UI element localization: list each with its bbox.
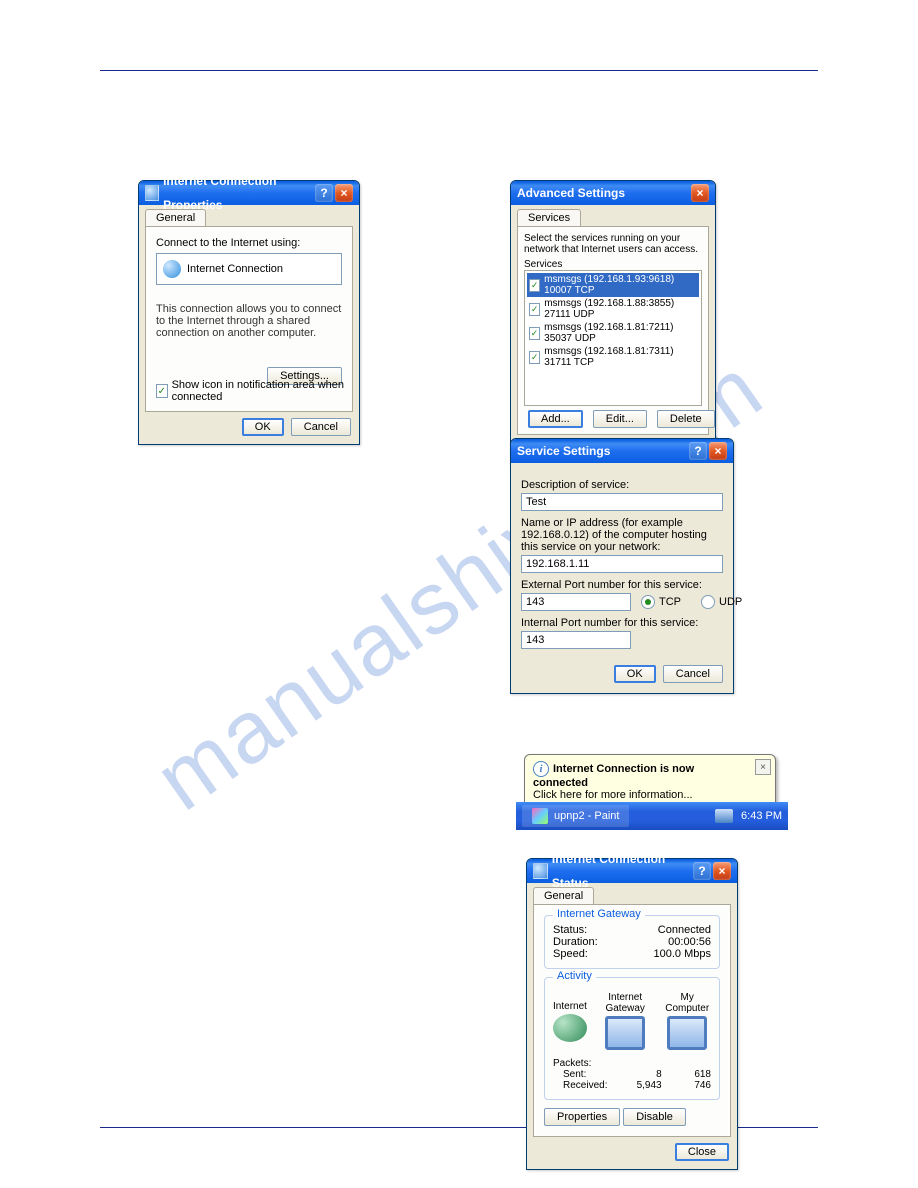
close-button[interactable]: Close [675, 1143, 729, 1161]
list-item[interactable]: ✓msmsgs (192.168.1.93:9618) 10007 TCP [527, 273, 699, 297]
description-input[interactable] [521, 493, 723, 511]
connection-icon [533, 863, 548, 879]
status-titlebar[interactable]: Internet Connection Status ? × [527, 859, 737, 883]
udp-radio[interactable]: UDP [701, 595, 742, 609]
sent-label: Sent: [553, 1069, 612, 1080]
edit-button[interactable]: Edit... [593, 410, 647, 428]
received-value-2: 746 [662, 1080, 711, 1091]
activity-legend: Activity [553, 970, 596, 982]
list-item[interactable]: ✓msmsgs (192.168.1.88:3855) 27111 UDP [527, 297, 699, 321]
connection-icon [145, 185, 159, 201]
service-label: msmsgs (192.168.1.93:9618) 10007 TCP [544, 274, 697, 296]
taskbar-item[interactable]: upnp2 - Paint [522, 805, 629, 827]
description-label: Description of service: [521, 479, 723, 491]
advanced-instructions: Select the services running on your netw… [524, 233, 702, 255]
status-label: Status: [553, 924, 632, 936]
close-button[interactable]: × [335, 184, 353, 202]
service-label: msmsgs (192.168.1.81:7211) 35037 UDP [544, 322, 697, 344]
gateway-node: Internet Gateway [595, 992, 655, 1052]
ext-port-input[interactable] [521, 593, 631, 611]
list-item[interactable]: ✓msmsgs (192.168.1.81:7211) 35037 UDP [527, 321, 699, 345]
cancel-button[interactable]: Cancel [663, 665, 723, 683]
connection-name: Internet Connection [187, 263, 283, 275]
speed-value: 100.0 Mbps [632, 948, 711, 960]
help-button[interactable]: ? [689, 442, 707, 460]
connect-using-label: Connect to the Internet using: [156, 237, 342, 249]
cancel-button[interactable]: Cancel [291, 418, 351, 436]
advanced-titlebar[interactable]: Advanced Settings × [511, 181, 715, 205]
taskbar[interactable]: upnp2 - Paint 6:43 PM [516, 802, 788, 830]
service-label: msmsgs (192.168.1.81:7311) 31711 TCP [544, 346, 697, 368]
balloon-body: Click here for more information... [533, 789, 749, 801]
name-ip-input[interactable] [521, 555, 723, 573]
ok-button[interactable]: OK [242, 418, 284, 436]
clock: 6:43 PM [741, 810, 782, 822]
received-label: Received: [553, 1080, 612, 1091]
balloon-close-button[interactable]: × [755, 759, 771, 775]
service-label: msmsgs (192.168.1.88:3855) 27111 UDP [544, 298, 697, 320]
show-icon-label: Show icon in notification area when conn… [172, 379, 352, 403]
sent-value-1: 8 [612, 1069, 661, 1080]
name-ip-label: Name or IP address (for example 192.168.… [521, 517, 723, 553]
service-settings-title: Service Settings [517, 439, 610, 463]
list-item[interactable]: ✓msmsgs (192.168.1.81:7311) 31711 TCP [527, 345, 699, 369]
globe-icon [163, 260, 181, 278]
connection-box[interactable]: Internet Connection [156, 253, 342, 285]
gateway-icon [605, 1016, 645, 1050]
add-button[interactable]: Add... [528, 410, 583, 428]
notification-balloon[interactable]: × iInternet Connection is now connected … [524, 754, 776, 808]
received-value-1: 5,943 [612, 1080, 661, 1091]
computer-icon [667, 1016, 707, 1050]
network-tray-icon[interactable] [715, 809, 733, 823]
tcp-radio[interactable]: TCP [641, 595, 681, 609]
properties-titlebar[interactable]: Internet Connection Properties ? × [139, 181, 359, 205]
services-list[interactable]: ✓msmsgs (192.168.1.93:9618) 10007 TCP ✓m… [524, 270, 702, 406]
close-button[interactable]: × [709, 442, 727, 460]
disable-button[interactable]: Disable [623, 1108, 686, 1126]
ok-button[interactable]: OK [614, 665, 656, 683]
close-button[interactable]: × [691, 184, 709, 202]
duration-value: 00:00:56 [632, 936, 711, 948]
services-label: Services [524, 259, 702, 270]
packets-label: Packets: [553, 1058, 612, 1069]
info-icon: i [533, 761, 549, 777]
status-value: Connected [632, 924, 711, 936]
globe-icon [553, 1014, 587, 1042]
paint-icon [532, 808, 548, 824]
show-icon-checkbox[interactable]: ✓ [156, 384, 168, 398]
computer-node: My Computer [663, 992, 711, 1052]
duration-label: Duration: [553, 936, 632, 948]
tab-general[interactable]: General [145, 209, 206, 226]
delete-button[interactable]: Delete [657, 410, 715, 428]
properties-button[interactable]: Properties [544, 1108, 620, 1126]
task-label: upnp2 - Paint [554, 810, 619, 822]
close-button[interactable]: × [713, 862, 731, 880]
speed-label: Speed: [553, 948, 632, 960]
sent-value-2: 618 [662, 1069, 711, 1080]
ext-port-label: External Port number for this service: [521, 579, 723, 591]
tab-services[interactable]: Services [517, 209, 581, 226]
internet-node: Internet [553, 1001, 587, 1044]
help-button[interactable]: ? [693, 862, 711, 880]
service-settings-titlebar[interactable]: Service Settings ? × [511, 439, 733, 463]
help-button[interactable]: ? [315, 184, 333, 202]
int-port-label: Internal Port number for this service: [521, 617, 723, 629]
advanced-title: Advanced Settings [517, 181, 625, 205]
int-port-input[interactable] [521, 631, 631, 649]
tab-general[interactable]: General [533, 887, 594, 904]
balloon-title: Internet Connection is now connected [533, 763, 694, 789]
top-rule [100, 70, 818, 71]
gateway-legend: Internet Gateway [553, 908, 645, 920]
connection-description: This connection allows you to connect to… [156, 303, 342, 339]
